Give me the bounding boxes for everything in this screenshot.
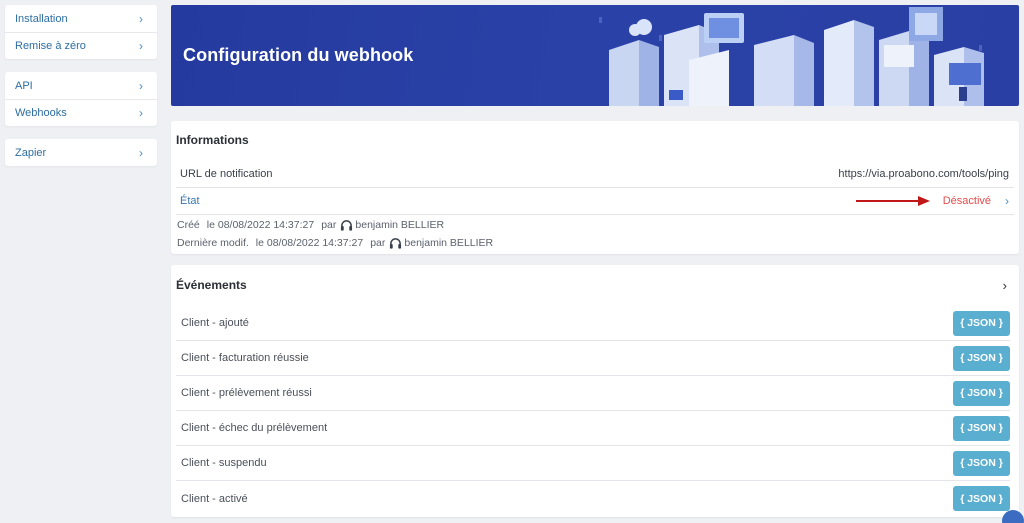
event-label: Client - facturation réussie xyxy=(181,352,309,364)
notification-url-value: https://via.proabono.com/tools/ping xyxy=(838,168,1009,180)
created-date: le 08/08/2022 14:37:27 xyxy=(206,219,315,231)
sidebar-item-label: Remise à zéro xyxy=(15,40,86,52)
sidebar-group-dev: API › Webhooks › xyxy=(5,72,157,126)
chevron-right-icon: › xyxy=(139,106,143,120)
event-row: Client - suspendu { JSON } xyxy=(176,446,1010,481)
headset-icon xyxy=(340,219,353,232)
page-title: Configuration du webhook xyxy=(183,45,414,65)
sidebar-item-label: Installation xyxy=(15,12,68,25)
event-row: Client - activé { JSON } xyxy=(176,481,1010,516)
modified-meta: Dernière modif. le 08/08/2022 14:37:27 p… xyxy=(177,234,493,252)
sidebar-item-api[interactable]: API › xyxy=(5,72,157,99)
modified-date: le 08/08/2022 14:37:27 xyxy=(255,237,364,249)
event-row: Client - échec du prélèvement { JSON } xyxy=(176,411,1010,446)
chevron-right-icon: › xyxy=(139,11,143,26)
sidebar: Installation › Remise à zéro › API › Web… xyxy=(5,5,157,179)
sidebar-item-webhooks[interactable]: Webhooks › xyxy=(5,99,157,126)
event-label: Client - ajouté xyxy=(181,317,249,329)
event-label: Client - activé xyxy=(181,492,248,505)
json-button[interactable]: { JSON } xyxy=(953,380,1010,406)
chevron-right-icon: › xyxy=(1002,277,1007,293)
chevron-right-icon: › xyxy=(1005,194,1009,208)
info-card: Informations URL de notification https:/… xyxy=(171,121,1019,254)
sidebar-item-label: API xyxy=(15,79,33,92)
event-label: Client - échec du prélèvement xyxy=(181,422,328,434)
sidebar-item-zapier[interactable]: Zapier › xyxy=(5,139,157,166)
state-value: Désactivé xyxy=(942,195,991,207)
sidebar-item-label: Webhooks xyxy=(15,107,67,119)
by-label: par xyxy=(370,237,386,249)
modified-label: Dernière modif. xyxy=(177,237,249,249)
json-button[interactable]: { JSON } xyxy=(953,450,1010,476)
created-author: benjamin BELLIER xyxy=(355,219,445,231)
event-label: Client - prélèvement réussi xyxy=(181,387,312,399)
chevron-right-icon: › xyxy=(139,145,143,160)
chevron-right-icon: › xyxy=(139,78,143,93)
chevron-right-icon: › xyxy=(139,39,143,53)
events-card-title: Événements xyxy=(176,278,247,292)
headset-icon xyxy=(389,237,402,250)
by-label: par xyxy=(321,219,337,231)
event-row: Client - facturation réussie { JSON } xyxy=(176,341,1010,376)
sidebar-item-reset[interactable]: Remise à zéro › xyxy=(5,32,157,59)
created-label: Créé xyxy=(177,219,200,231)
isometric-city-illustration xyxy=(599,7,984,106)
page-banner: Configuration du webhook xyxy=(171,5,1019,106)
events-header[interactable]: Événements › xyxy=(176,275,1007,295)
state-label: État xyxy=(180,195,200,207)
events-card: Événements › Client - ajouté { JSON } Cl… xyxy=(171,265,1019,517)
json-button[interactable]: { JSON } xyxy=(953,310,1010,336)
sidebar-group-integrations: Zapier › xyxy=(5,139,157,166)
help-widget-button[interactable] xyxy=(1002,510,1024,523)
sidebar-item-label: Zapier xyxy=(15,146,47,159)
info-card-title: Informations xyxy=(176,133,249,147)
event-row: Client - prélèvement réussi { JSON } xyxy=(176,376,1010,411)
json-button[interactable]: { JSON } xyxy=(953,345,1010,371)
event-row: Client - ajouté { JSON } xyxy=(176,306,1010,341)
event-label: Client - suspendu xyxy=(181,457,267,469)
sidebar-item-installation[interactable]: Installation › xyxy=(5,5,157,32)
notification-url-row: URL de notification https://via.proabono… xyxy=(176,161,1014,188)
modified-author: benjamin BELLIER xyxy=(404,237,494,249)
annotation-arrow xyxy=(856,196,930,206)
created-meta: Créé le 08/08/2022 14:37:27 par benjamin… xyxy=(177,216,444,234)
notification-url-label: URL de notification xyxy=(180,168,273,180)
sidebar-group-setup: Installation › Remise à zéro › xyxy=(5,5,157,59)
json-button[interactable]: { JSON } xyxy=(953,486,1010,511)
json-button[interactable]: { JSON } xyxy=(953,415,1010,441)
